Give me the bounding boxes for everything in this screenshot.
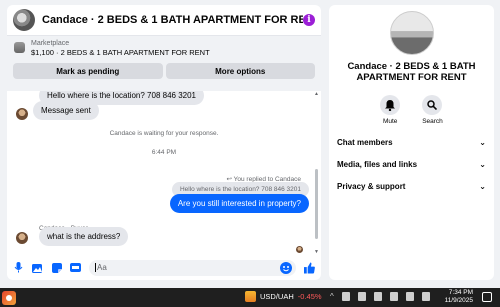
microphone-icon[interactable] [13, 262, 24, 273]
text-caret [95, 263, 96, 272]
search-button[interactable]: Search [422, 95, 443, 125]
message-input-placeholder: Aa [97, 263, 107, 272]
section-label: Privacy & support [337, 181, 406, 191]
composer: Aa [7, 255, 321, 280]
more-options-button[interactable]: More options [165, 63, 315, 79]
stock-symbol: USD/UAH [260, 292, 294, 301]
scrollbar[interactable]: ▲ ▼ [314, 91, 319, 255]
listing-photo[interactable] [389, 11, 434, 55]
search-label: Search [422, 118, 443, 125]
chevron-down-icon: ⌄ [479, 137, 486, 147]
outgoing-message: Are you still interested in property? [169, 194, 309, 213]
gif-icon[interactable] [70, 262, 81, 273]
chat-window: Candace · 2 BEDS & 1 BATH APARTMENT FOR … [7, 5, 321, 280]
section-privacy-support[interactable]: Privacy & support ⌄ [329, 175, 494, 197]
stock-widget[interactable]: USD/UAH -0.45% [245, 291, 322, 302]
details-panel: Candace · 2 BEDS & 1 BATH APARTMENT FOR … [329, 5, 494, 280]
tray-app-icon[interactable] [389, 292, 398, 301]
stock-change: -0.45% [297, 292, 322, 301]
emoji-icon[interactable] [280, 261, 292, 274]
clock[interactable]: 7:34 PM 11/9/2025 [443, 289, 473, 305]
clock-time: 7:34 PM [448, 289, 473, 296]
message-bubble: what is the address? [39, 227, 129, 246]
system-tray: ^ [330, 292, 430, 301]
waiting-notice: Candace is waiting for your response. [109, 130, 219, 137]
message-list: Hello where is the location? 708 846 320… [7, 91, 321, 255]
sender-avatar [16, 108, 28, 120]
mute-button[interactable]: Mute [380, 95, 401, 125]
scroll-up-icon[interactable]: ▲ [314, 91, 319, 97]
sender-avatar [16, 232, 28, 244]
listing-description[interactable]: $1,100 · 2 BEDS & 1 BATH APARTMENT FOR R… [31, 48, 210, 57]
gallery-icon[interactable] [32, 262, 43, 273]
marketplace-label: Marketplace [31, 40, 70, 47]
battery-icon[interactable] [373, 292, 382, 301]
read-receipt-avatar [296, 246, 303, 253]
message-bubble: Message sent [33, 101, 99, 120]
sticker-icon[interactable] [51, 262, 62, 273]
scrollbar-thumb[interactable] [315, 169, 318, 239]
section-label: Media, files and links [337, 159, 418, 169]
tray-app-icon[interactable] [357, 292, 366, 301]
stock-icon [245, 291, 256, 302]
chevron-down-icon: ⌄ [479, 181, 486, 191]
wifi-icon[interactable] [405, 292, 414, 301]
taskbar: USD/UAH -0.45% ^ 7:34 PM 11/9/2025 [0, 288, 500, 307]
contact-avatar[interactable] [13, 9, 35, 31]
app-launcher-icon[interactable] [2, 290, 16, 305]
listing-thumbnail[interactable] [14, 42, 25, 53]
notification-icon[interactable] [482, 292, 492, 302]
marketplace-banner: Marketplace $1,100 · 2 BEDS & 1 BATH APA… [7, 36, 321, 91]
search-icon [427, 100, 438, 110]
chat-header: Candace · 2 BEDS & 1 BATH APARTMENT FOR … [7, 5, 321, 36]
chevron-up-icon[interactable]: ^ [330, 292, 334, 301]
chevron-down-icon: ⌄ [479, 159, 486, 169]
mute-label: Mute [382, 118, 398, 125]
clock-date: 11/9/2025 [444, 297, 473, 304]
volume-icon[interactable] [421, 292, 430, 301]
section-media-files-links[interactable]: Media, files and links ⌄ [329, 153, 494, 175]
details-title: Candace · 2 BEDS & 1 BATH APARTMENT FOR … [347, 61, 476, 83]
section-label: Chat members [337, 137, 393, 147]
message-input[interactable]: Aa [89, 259, 296, 276]
timestamp: 6:44 PM [151, 149, 177, 156]
bell-icon [385, 99, 396, 111]
like-icon[interactable] [304, 262, 315, 273]
network-icon[interactable] [341, 292, 350, 301]
mark-as-pending-button[interactable]: Mark as pending [13, 63, 163, 79]
chat-title[interactable]: Candace · 2 BEDS & 1 BATH APARTMENT FOR … [42, 14, 303, 26]
info-icon[interactable]: i [303, 14, 315, 26]
section-chat-members[interactable]: Chat members ⌄ [329, 131, 494, 153]
